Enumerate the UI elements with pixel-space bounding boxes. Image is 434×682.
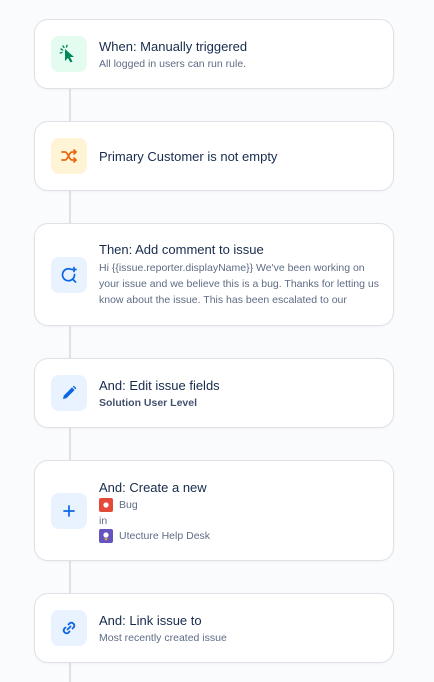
connector-line: [69, 560, 71, 594]
step-title: When: Manually triggered: [99, 39, 248, 54]
cursor-click-icon: [59, 44, 79, 64]
bug-icon: [99, 498, 113, 512]
rule-step-create-issue[interactable]: And: Create a new Bug in Utecture Help D…: [34, 460, 394, 561]
connector-line: [69, 427, 71, 461]
step-subtitle: All logged in users can run rule.: [99, 58, 247, 70]
comment-preview: Hi {{issue.reporter.displayName}} We've …: [99, 262, 379, 306]
rule-step-trigger[interactable]: When: Manually triggered All logged in u…: [34, 19, 394, 89]
connector-line: [69, 190, 71, 224]
step-title: And: Link issue to: [99, 613, 202, 628]
step-title: And: Edit issue fields: [99, 378, 220, 393]
step-title: And: Create a new: [99, 480, 207, 495]
shuffle-icon: [59, 146, 79, 166]
comment-add-icon: [59, 265, 79, 285]
project-row: Utecture Help Desk: [99, 529, 210, 543]
issue-type-label: Bug: [119, 499, 138, 511]
step-icon-tile: [51, 610, 87, 646]
step-icon-tile: [51, 257, 87, 293]
step-title: Then: Add comment to issue: [99, 242, 264, 257]
connector-line: [69, 88, 71, 122]
rule-step-add-comment[interactable]: Then: Add comment to issue Hi {{issue.re…: [34, 223, 394, 326]
step-icon-tile: [51, 375, 87, 411]
step-subtitle: Most recently created issue: [99, 632, 227, 644]
field-name: Solution User Level: [99, 397, 198, 409]
connector-line: [69, 662, 71, 682]
step-title: Primary Customer is not empty: [99, 149, 278, 164]
plus-icon: [59, 501, 79, 521]
connector-line: [69, 325, 71, 359]
in-label: in: [99, 515, 108, 527]
issue-type-row: Bug: [99, 498, 138, 512]
step-icon-tile: [51, 493, 87, 529]
link-icon: [59, 618, 79, 638]
rule-step-link-issue[interactable]: And: Link issue to Most recently created…: [34, 593, 394, 663]
step-icon-tile: [51, 36, 87, 72]
project-avatar-icon: [99, 529, 113, 543]
pencil-icon: [59, 383, 79, 403]
step-icon-tile: [51, 138, 87, 174]
rule-step-condition[interactable]: Primary Customer is not empty: [34, 121, 394, 191]
project-name: Utecture Help Desk: [119, 530, 211, 542]
rule-step-edit-fields[interactable]: And: Edit issue fields Solution User Lev…: [34, 358, 394, 428]
